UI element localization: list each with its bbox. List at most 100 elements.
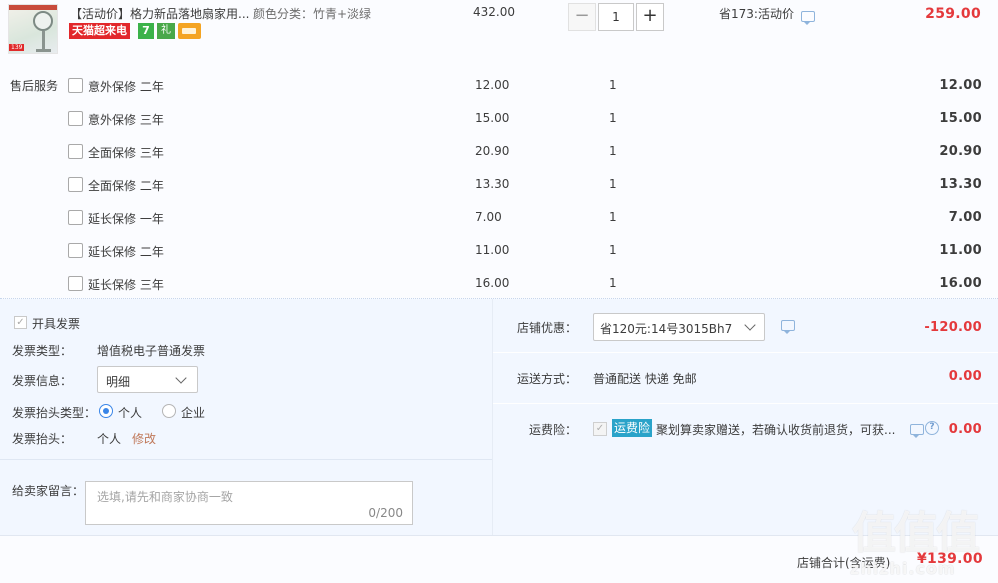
service-name: 延长保修 二年: [88, 245, 164, 259]
service-qty: 1: [609, 144, 617, 158]
product-row: 139 【活动价】格力新品落地扇家用... 颜色分类：竹青+淡绿 天猫超来电 7…: [0, 0, 998, 60]
service-name: 延长保修 一年: [88, 212, 164, 226]
message-icon[interactable]: [781, 320, 795, 334]
insurance-label: 运费险：: [529, 423, 578, 437]
service-total: 13.30: [939, 177, 982, 192]
service-price: 16.00: [475, 276, 510, 290]
tmall-badge[interactable]: 天猫超来电: [69, 23, 130, 39]
radio-company-label[interactable]: 企业: [181, 404, 205, 421]
service-row: 全面保修 三年 20.90 1 20.90: [0, 143, 998, 176]
service-name: 全面保修 三年: [88, 146, 164, 160]
service-name: 意外保修 三年: [88, 113, 164, 127]
divider: [493, 403, 998, 404]
service-row: 延长保修 二年 11.00 1 11.00: [0, 242, 998, 275]
service-total: 7.00: [948, 210, 982, 225]
card-icon[interactable]: [178, 23, 201, 39]
quantity-plus-button[interactable]: +: [636, 3, 664, 31]
coupon-amount: -120.00: [924, 320, 982, 335]
insurance-badge: 运费险: [612, 419, 653, 437]
service-total: 11.00: [939, 243, 982, 258]
service-checkbox[interactable]: [68, 177, 83, 192]
quantity-stepper: − 1 +: [568, 3, 664, 31]
service-price: 13.30: [475, 177, 510, 191]
service-price: 7.00: [475, 210, 502, 224]
radio-personal[interactable]: [99, 404, 113, 418]
service-checkbox[interactable]: [68, 276, 83, 291]
service-price: 11.00: [475, 243, 510, 257]
service-price: 12.00: [475, 78, 510, 92]
invoice-header-label: 发票抬头：: [12, 432, 73, 446]
invoice-header-type-label: 发票抬头类型：: [12, 406, 97, 420]
invoice-open-label: 开具发票: [32, 317, 81, 331]
service-checkbox[interactable]: [68, 111, 83, 126]
shipping-value: 普通配送 快递 免邮: [593, 372, 697, 386]
service-row: 延长保修 一年 7.00 1 7.00: [0, 209, 998, 242]
fan-base-shape: [36, 49, 51, 52]
service-checkbox[interactable]: [68, 78, 83, 93]
divider: [493, 352, 998, 353]
service-name: 全面保修 二年: [88, 179, 164, 193]
seller-message-label: 给卖家留言：: [12, 484, 85, 498]
service-row: 意外保修 二年 12.00 1 12.00: [0, 77, 998, 110]
help-icon[interactable]: ?: [925, 421, 939, 435]
seven-day-return-icon[interactable]: 7: [138, 23, 154, 39]
invoice-info-label: 发票信息：: [12, 374, 73, 388]
coupon-value: 省120元:14号3015Bh7: [600, 322, 733, 336]
radio-personal-label[interactable]: 个人: [118, 404, 142, 421]
service-qty: 1: [609, 210, 617, 224]
chevron-down-icon: [175, 372, 187, 384]
seller-message-count: 0/200: [368, 506, 403, 520]
invoice-type-value: 增值税电子普通发票: [97, 344, 206, 358]
seller-message-placeholder: 选填,请先和商家协商一致: [97, 490, 233, 504]
shipping-label: 运送方式：: [517, 372, 578, 386]
service-row: 全面保修 二年 13.30 1 13.30: [0, 176, 998, 209]
coupon-select[interactable]: 省120元:14号3015Bh7: [593, 313, 765, 341]
service-qty: 1: [609, 78, 617, 92]
service-total: 15.00: [939, 111, 982, 126]
fan-pole-shape: [42, 31, 45, 49]
watermark-logo: 值值值: [852, 508, 980, 559]
quantity-input[interactable]: 1: [598, 3, 634, 31]
service-qty: 1: [609, 243, 617, 257]
radio-company[interactable]: [162, 404, 176, 418]
service-name: 延长保修 三年: [88, 278, 164, 292]
service-price: 20.90: [475, 144, 510, 158]
product-sku: 颜色分类：竹青+淡绿: [253, 7, 372, 21]
service-checkbox[interactable]: [68, 243, 83, 258]
chevron-down-icon: [744, 319, 756, 331]
invoice-header-value: 个人: [97, 432, 122, 446]
service-checkbox[interactable]: [68, 210, 83, 225]
invoice-info-select[interactable]: 明细: [97, 366, 198, 393]
quantity-minus-button[interactable]: −: [568, 3, 596, 31]
message-icon[interactable]: [801, 11, 815, 25]
insurance-checkbox[interactable]: ✓: [593, 422, 607, 436]
thumb-price-tag: 139: [9, 44, 25, 51]
insurance-amount: 0.00: [948, 422, 982, 437]
invoice-checkbox[interactable]: ✓: [14, 316, 27, 329]
invoice-modify-link[interactable]: 修改: [132, 430, 156, 447]
service-row: 意外保修 三年 15.00 1 15.00: [0, 110, 998, 143]
invoice-type-label: 发票类型：: [12, 344, 73, 358]
thumb-band: [9, 5, 57, 10]
service-total: 12.00: [939, 78, 982, 93]
service-checkbox[interactable]: [68, 144, 83, 159]
fan-head-shape: [33, 11, 53, 31]
insurance-text: 聚划算卖家赠送，若确认收货前退货，可获...: [656, 423, 896, 437]
shipping-amount: 0.00: [948, 369, 982, 384]
product-thumbnail[interactable]: 139: [8, 4, 58, 54]
service-name: 意外保修 二年: [88, 80, 164, 94]
message-icon[interactable]: [910, 424, 924, 438]
divider: [492, 299, 493, 535]
seller-message-textarea[interactable]: 选填,请先和商家协商一致 0/200: [85, 481, 413, 525]
save-info: 省173:活动价: [719, 7, 794, 21]
service-qty: 1: [609, 111, 617, 125]
service-total: 20.90: [939, 144, 982, 159]
divider: [0, 535, 998, 536]
unit-price: 432.00: [473, 5, 515, 19]
service-total: 16.00: [939, 276, 982, 291]
gift-icon[interactable]: 礼: [157, 23, 175, 39]
divider: [0, 459, 492, 460]
coupon-label: 店铺优惠：: [517, 321, 578, 335]
service-price: 15.00: [475, 111, 510, 125]
product-title-link[interactable]: 【活动价】格力新品落地扇家用...: [70, 5, 249, 22]
